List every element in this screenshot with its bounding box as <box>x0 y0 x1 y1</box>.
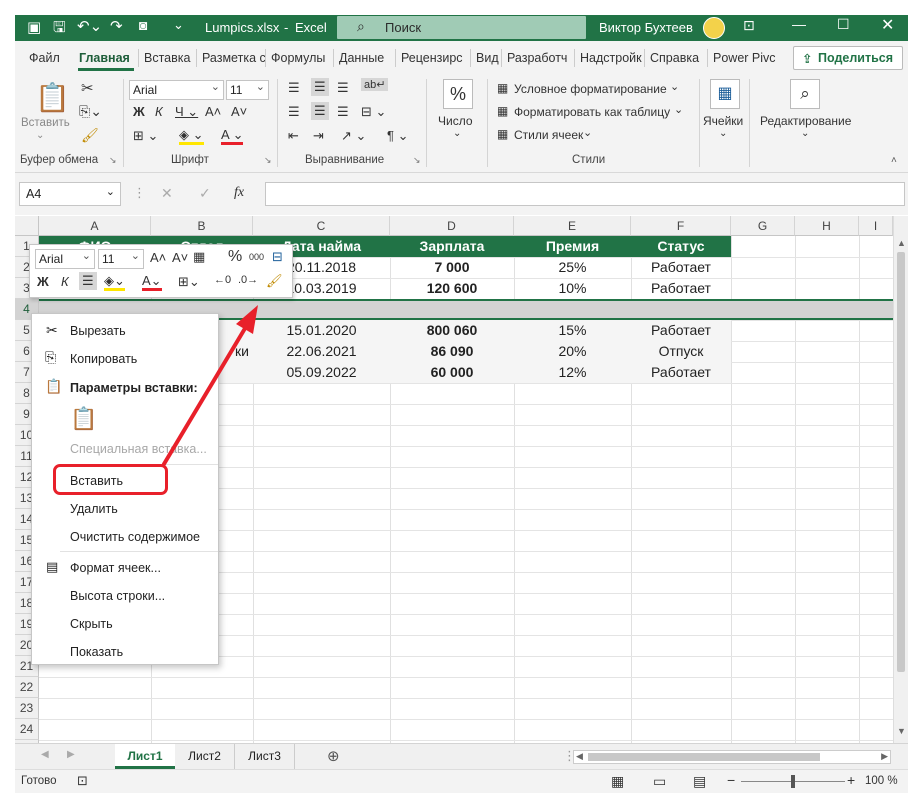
annotation-arrow-icon <box>162 305 258 466</box>
